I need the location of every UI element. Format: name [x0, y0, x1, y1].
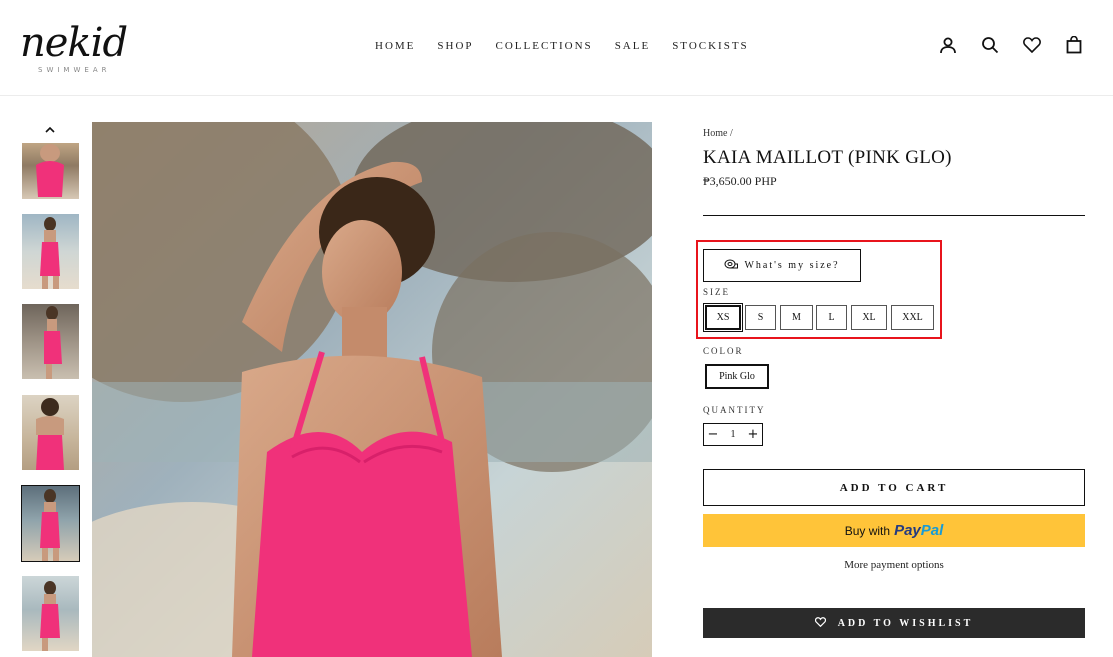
tape-measure-icon [724, 258, 739, 273]
more-payment-options-link[interactable]: More payment options [703, 559, 1085, 571]
quantity-increase-button[interactable]: + [744, 427, 762, 442]
size-option-xl[interactable]: XL [851, 305, 887, 330]
add-to-wishlist-label: ADD TO WISHLIST [837, 617, 974, 629]
color-option-pink-glo[interactable]: Pink Glo [705, 364, 769, 389]
color-label: COLOR [703, 346, 744, 356]
quantity-label: QUANTITY [703, 405, 766, 415]
product-title: KAIA MAILLOT (PINK GLO) [703, 147, 952, 168]
paypal-logo-pal: Pal [920, 521, 944, 539]
nav-home[interactable]: HOME [375, 40, 415, 52]
product-thumbnail-6[interactable] [22, 576, 79, 651]
quantity-decrease-button[interactable]: − [704, 427, 722, 442]
size-option-m[interactable]: M [780, 305, 813, 330]
header-icons [937, 34, 1085, 56]
size-guide-button[interactable]: What's my size? [703, 249, 861, 282]
nav-shop[interactable]: SHOP [437, 40, 473, 52]
size-option-l[interactable]: L [816, 305, 847, 330]
breadcrumb[interactable]: Home / [703, 128, 733, 139]
size-option-xs[interactable]: XS [703, 303, 743, 332]
paypal-logo: PayPal [894, 522, 943, 540]
main-nav: HOME SHOP COLLECTIONS SALE STOCKISTS [375, 40, 771, 52]
nav-sale[interactable]: SALE [615, 40, 651, 52]
paypal-logo-pay: Pay [894, 521, 921, 539]
paypal-button[interactable]: Buy with PayPal [703, 514, 1085, 547]
size-option-s[interactable]: S [745, 305, 776, 330]
product-price: ₱3,650.00 PHP [703, 174, 777, 188]
product-thumbnail-3[interactable] [22, 304, 79, 379]
divider [703, 215, 1085, 216]
svg-text:SWIMWEAR: SWIMWEAR [38, 66, 110, 74]
product-thumbnail-5-active[interactable] [21, 485, 80, 562]
nav-stockists[interactable]: STOCKISTS [672, 40, 748, 52]
paypal-prefix: Buy with [844, 523, 891, 538]
thumbnail-up-chevron-icon[interactable] [41, 122, 59, 136]
brand-logo[interactable]: nekid SWIMWEAR [18, 14, 150, 76]
account-icon[interactable] [937, 34, 959, 56]
svg-text:nekid: nekid [20, 20, 127, 66]
size-label: SIZE [703, 287, 730, 297]
site-header: nekid SWIMWEAR HOME SHOP COLLECTIONS SAL… [0, 0, 1113, 96]
quantity-input[interactable]: 1 [722, 429, 744, 440]
size-guide-label: What's my size? [744, 260, 840, 271]
product-thumbnail-2[interactable] [22, 214, 79, 289]
heart-icon[interactable] [1021, 34, 1043, 56]
quantity-stepper: − 1 + [703, 423, 763, 446]
search-icon[interactable] [979, 34, 1001, 56]
add-to-cart-button[interactable]: ADD TO CART [703, 469, 1085, 506]
nav-collections[interactable]: COLLECTIONS [496, 40, 593, 52]
main-product-image[interactable] [92, 122, 652, 657]
product-thumbnail-4[interactable] [22, 395, 79, 470]
cart-icon[interactable] [1063, 34, 1085, 56]
product-thumbnail-1[interactable] [22, 143, 79, 199]
size-option-xxl[interactable]: XXL [891, 305, 934, 330]
heart-icon [814, 616, 826, 630]
add-to-wishlist-button[interactable]: ADD TO WISHLIST [703, 608, 1085, 638]
